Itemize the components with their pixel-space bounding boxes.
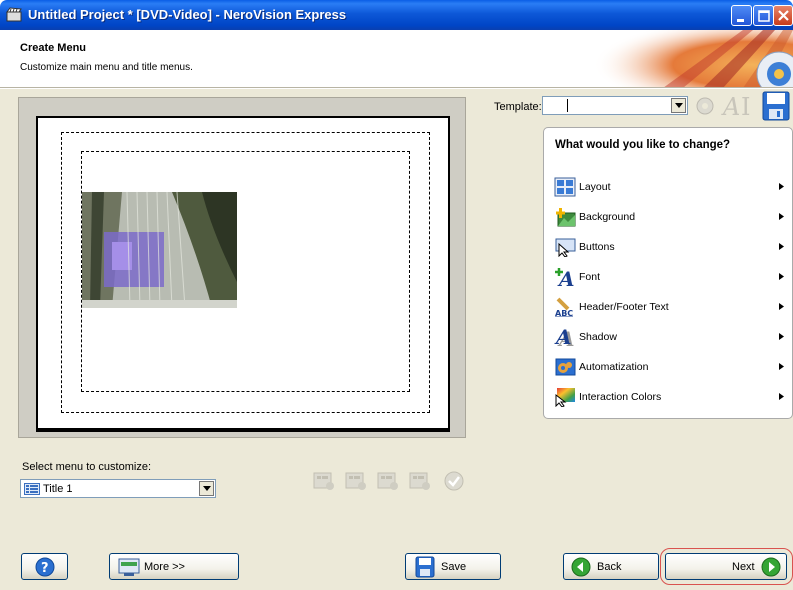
menu-item-label: Header/Footer Text xyxy=(579,301,669,313)
save-template-icon[interactable] xyxy=(762,91,790,121)
menu-item-automatization[interactable]: Automatization xyxy=(552,356,784,378)
shadow-icon: A A xyxy=(554,327,575,347)
chevron-down-icon[interactable] xyxy=(199,481,214,496)
menu-item-layout[interactable]: Layout xyxy=(552,176,784,198)
chevron-right-icon xyxy=(779,393,784,400)
menu-item-label: Background xyxy=(579,211,636,223)
back-arrow-icon xyxy=(571,557,591,577)
add-menu-icon[interactable] xyxy=(313,471,335,491)
title-bar[interactable]: Untitled Project * [DVD-Video] - NeroVis… xyxy=(0,0,793,30)
more-button[interactable]: More >> xyxy=(109,553,239,580)
template-dropdown-value xyxy=(567,99,568,112)
menu-item-header-footer-text[interactable]: ABC Header/Footer Text xyxy=(552,296,784,318)
next-arrow-icon xyxy=(761,557,781,577)
help-icon: ? xyxy=(35,557,55,577)
chevron-right-icon xyxy=(779,213,784,220)
title-thumbnail[interactable] xyxy=(82,192,237,308)
svg-text:ABC: ABC xyxy=(555,309,573,317)
save-icon xyxy=(415,556,435,578)
menu-preview-frame xyxy=(18,97,466,438)
menu-item-buttons[interactable]: Buttons xyxy=(552,236,784,258)
chevron-right-icon xyxy=(779,273,784,280)
thumbnail-image xyxy=(82,192,237,308)
interaction-colors-icon xyxy=(555,388,575,407)
menu-item-background[interactable]: Background xyxy=(552,206,784,228)
next-button-label: Next xyxy=(732,561,755,573)
disc-banner-art xyxy=(593,30,793,87)
more-options-icon xyxy=(118,558,140,576)
template-dropdown[interactable] xyxy=(542,96,688,115)
menu-item-label: Font xyxy=(579,271,601,283)
more-button-label: More >> xyxy=(144,561,185,573)
save-button-label: Save xyxy=(441,561,467,573)
maximize-icon xyxy=(758,10,770,22)
menu-item-interaction-colors[interactable]: Interaction Colors xyxy=(552,386,784,408)
dialog-body: Template: A I What would you like to cha… xyxy=(0,89,793,590)
help-button[interactable]: ? xyxy=(21,553,68,580)
window-title: Untitled Project * [DVD-Video] - NeroVis… xyxy=(28,7,347,22)
back-button-label: Back xyxy=(597,561,622,573)
chevron-right-icon xyxy=(779,183,784,190)
minimize-button[interactable] xyxy=(731,5,752,26)
chevron-right-icon xyxy=(779,303,784,310)
menu-item-label: Automatization xyxy=(579,361,649,373)
menu-item-label: Buttons xyxy=(579,241,615,253)
menu-select-value: Title 1 xyxy=(43,483,73,495)
svg-text:?: ? xyxy=(41,561,49,576)
font-icon: A xyxy=(555,267,575,287)
move-menu-down-icon[interactable] xyxy=(409,471,431,491)
svg-text:A: A xyxy=(721,93,740,119)
buttons-icon xyxy=(555,238,576,257)
header-footer-text-icon: ABC xyxy=(555,297,573,317)
app-icon xyxy=(6,7,22,22)
close-button[interactable] xyxy=(773,5,793,26)
background-icon xyxy=(556,208,576,227)
minimize-icon xyxy=(737,19,744,22)
chevron-down-icon[interactable] xyxy=(671,98,686,113)
next-button[interactable]: Next xyxy=(665,553,787,580)
select-menu-label: Select menu to customize: xyxy=(22,461,152,473)
close-icon xyxy=(778,10,789,21)
menu-item-label: Layout xyxy=(579,181,611,193)
save-button[interactable]: Save xyxy=(405,553,501,580)
chevron-right-icon xyxy=(779,243,784,250)
apply-checkmark-icon[interactable] xyxy=(443,471,465,493)
menu-preview[interactable] xyxy=(36,116,450,432)
remove-menu-icon[interactable] xyxy=(345,471,367,491)
wizard-header: Create Menu Customize main menu and titl… xyxy=(0,30,793,88)
svg-text:A: A xyxy=(554,327,572,347)
page-title: Create Menu xyxy=(20,42,87,54)
chevron-right-icon xyxy=(779,333,784,340)
menu-item-label: Shadow xyxy=(579,331,617,343)
menu-item-shadow[interactable]: A A Shadow xyxy=(552,326,784,348)
change-options-panel: What would you like to change? Layout Ba… xyxy=(543,127,793,419)
automatization-icon xyxy=(555,358,576,376)
move-menu-up-icon[interactable] xyxy=(377,471,399,491)
menu-list-icon xyxy=(24,483,40,495)
template-settings-icon[interactable] xyxy=(695,96,715,116)
text-style-icon[interactable]: A I xyxy=(721,93,757,119)
menu-item-label: Interaction Colors xyxy=(579,391,662,403)
page-subtitle: Customize main menu and title menus. xyxy=(20,62,193,73)
back-button[interactable]: Back xyxy=(563,553,659,580)
layout-icon xyxy=(554,177,576,197)
svg-text:I: I xyxy=(741,93,750,119)
menu-select-dropdown[interactable]: Title 1 xyxy=(20,479,216,498)
template-label: Template: xyxy=(494,101,542,113)
panel-title: What would you like to change? xyxy=(555,139,731,151)
chevron-right-icon xyxy=(779,363,784,370)
menu-item-font[interactable]: A Font xyxy=(552,266,784,288)
maximize-button[interactable] xyxy=(753,5,774,26)
